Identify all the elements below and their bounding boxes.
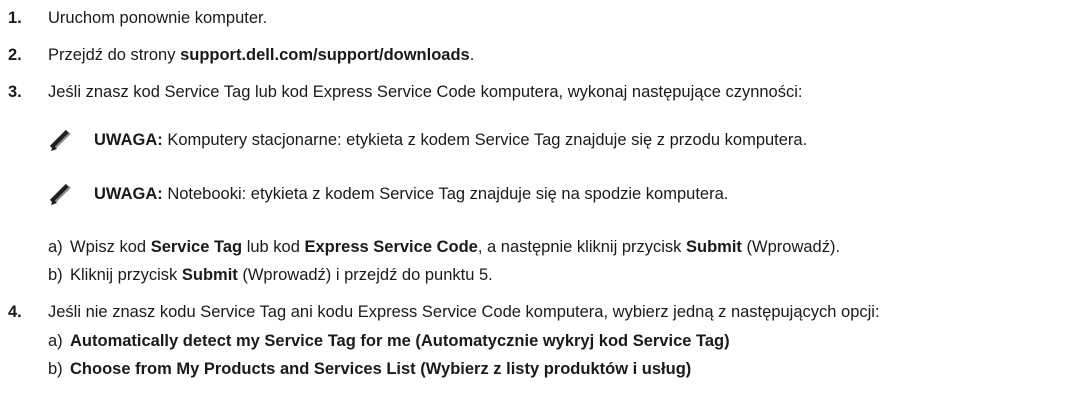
substep-letter: a)	[48, 238, 63, 256]
bold-run: Submit	[686, 238, 742, 256]
step-number: 4.	[8, 303, 22, 321]
text-run: (Wprowadź) i przejdź do punktu 5.	[237, 266, 493, 284]
note-text: UWAGA: Komputery stacjonarne: etykieta z…	[94, 130, 807, 150]
note-body: Komputery stacjonarne: etykieta z kodem …	[162, 131, 808, 149]
text-run: (Wprowadź).	[741, 238, 841, 256]
substep-letter: a)	[48, 332, 63, 350]
note-label: UWAGA:	[94, 131, 163, 149]
note-1: UWAGA: Komputery stacjonarne: etykieta z…	[0, 128, 1066, 156]
pencil-note-icon	[49, 182, 73, 206]
text-run: Kliknij przycisk	[70, 266, 182, 284]
step-text-before: Przejdź do strony	[48, 46, 181, 64]
step-text: Uruchom ponownie komputer.	[48, 9, 268, 27]
step-text: Jeśli nie znasz kodu Service Tag ani kod…	[48, 303, 880, 321]
support-url: support.dell.com/support/downloads	[180, 46, 470, 64]
substep-letter: b)	[48, 360, 63, 378]
note-label: UWAGA:	[94, 185, 163, 203]
bold-run: Express Service Code	[304, 238, 478, 256]
step-number: 3.	[8, 83, 22, 101]
bold-run: Submit	[181, 266, 238, 284]
note-body: Notebooki: etykieta z kodem Service Tag …	[162, 185, 729, 203]
substep-text: Choose from My Products and Services Lis…	[70, 360, 692, 378]
pencil-note-icon	[49, 128, 73, 152]
text-run: lub kod	[242, 238, 305, 256]
bold-run: Service Tag	[150, 238, 243, 256]
substep-text: Wpisz kod Service Tag lub kod Express Se…	[70, 237, 840, 257]
substep-text: Automatically detect my Service Tag for …	[70, 332, 730, 350]
substep-text: Kliknij przycisk Submit (Wprowadź) i prz…	[70, 265, 493, 285]
text-run: , a następnie kliknij przycisk	[477, 238, 687, 256]
step-number: 1.	[8, 9, 22, 27]
note-text: UWAGA: Notebooki: etykieta z kodem Servi…	[94, 184, 728, 204]
text-run: Wpisz kod	[70, 238, 151, 256]
step-text-after: .	[469, 46, 475, 64]
step-text: Jeśli znasz kod Service Tag lub kod Expr…	[48, 83, 803, 101]
note-2: UWAGA: Notebooki: etykieta z kodem Servi…	[0, 182, 1066, 210]
step-number: 2.	[8, 46, 22, 64]
step-text: Przejdź do strony support.dell.com/suppo…	[48, 45, 474, 65]
substep-letter: b)	[48, 266, 63, 284]
